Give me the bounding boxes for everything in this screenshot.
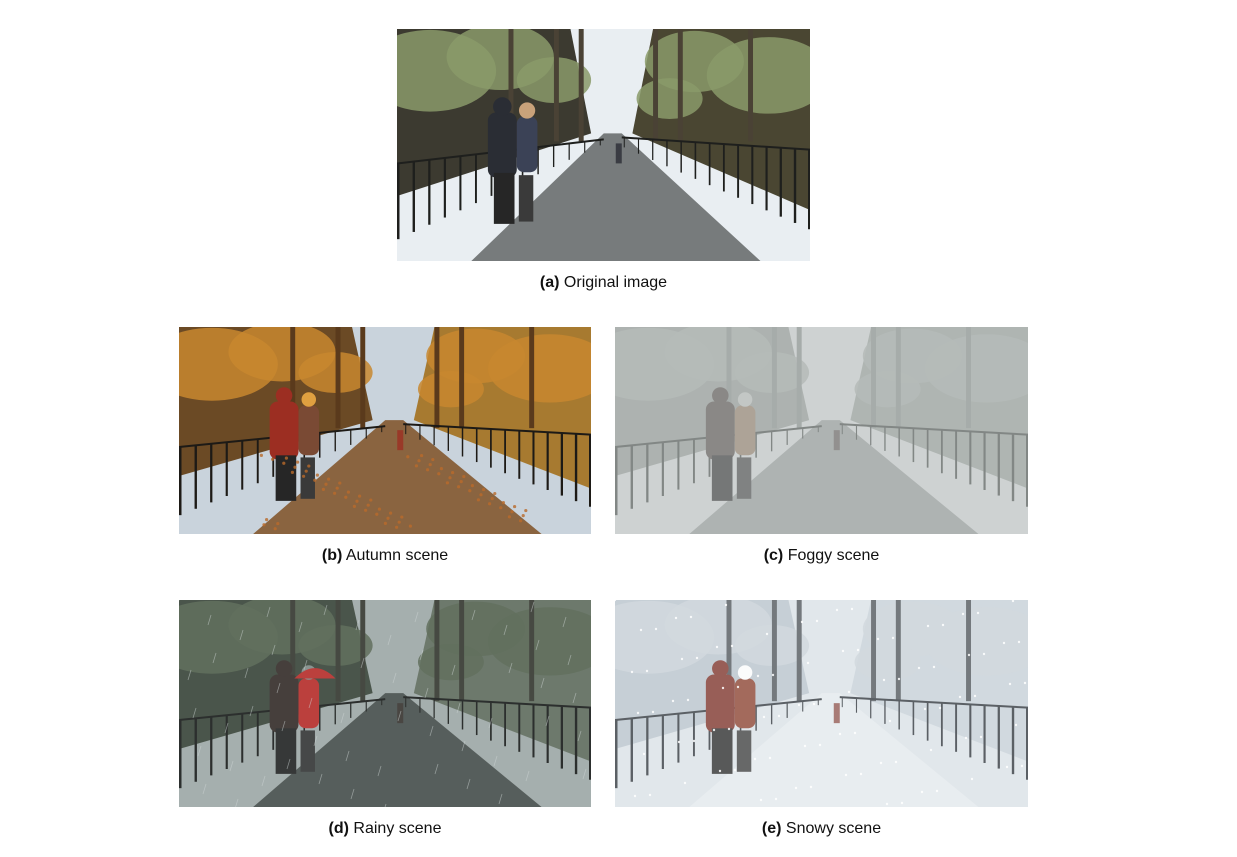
caption-text: Snowy scene [785,820,882,837]
panel-d: (d) Rainy scene [179,600,591,837]
caption-b: (b) Autumn scene [179,547,591,565]
caption-text: Rainy scene [353,820,442,837]
caption-label: (a) [539,274,560,291]
panel-e: (e) Snowy scene [615,600,1028,837]
caption-a: (a) Original image [397,274,810,292]
caption-c: (c) Foggy scene [615,547,1028,565]
caption-text: Autumn scene [345,547,449,564]
scene-image-autumn [179,327,591,534]
panel-c: (c) Foggy scene [615,327,1028,564]
caption-label: (b) [321,547,343,564]
panel-b: (b) Autumn scene [179,327,591,564]
scene-image-foggy [615,327,1028,534]
caption-label: (c) [763,547,784,564]
caption-d: (d) Rainy scene [179,820,591,838]
caption-text: Foggy scene [787,547,880,564]
panel-a: (a) Original image [397,29,810,291]
caption-text: Original image [563,274,668,291]
scene-image-original [397,29,810,261]
caption-label: (d) [328,820,349,837]
scene-image-rainy [179,600,591,807]
caption-e: (e) Snowy scene [615,820,1028,838]
scene-image-snowy [615,600,1028,807]
caption-label: (e) [761,820,782,837]
